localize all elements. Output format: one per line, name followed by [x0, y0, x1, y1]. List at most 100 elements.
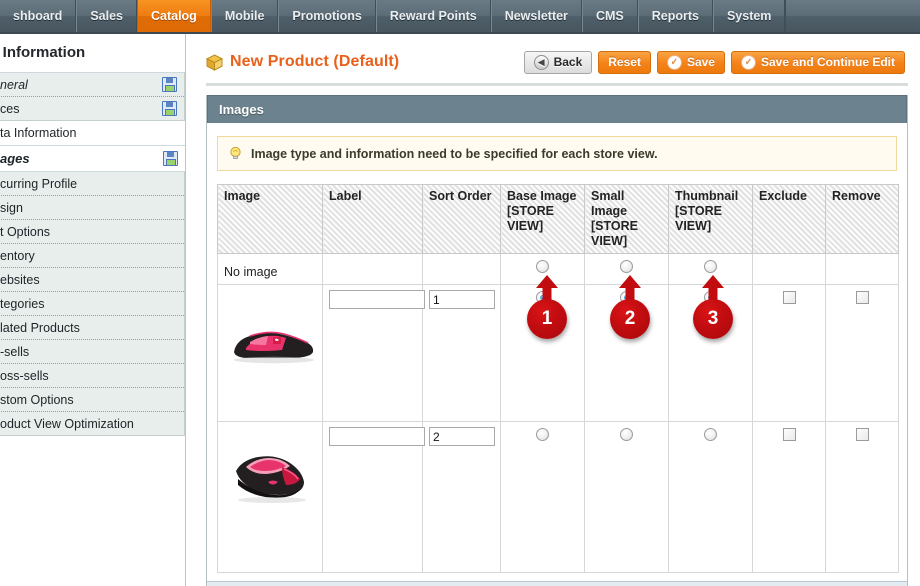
column-title: Base Image: [507, 189, 577, 203]
nav-item-catalog[interactable]: Catalog: [136, 0, 211, 32]
sidebar-item-label: ta Information: [0, 126, 77, 140]
column-title: Thumbnail: [675, 189, 739, 203]
thumbnail-radio[interactable]: [704, 291, 717, 305]
cell-label: [322, 253, 423, 285]
table-header-row: Image Label Sort Order Base Image [STORE VIE…: [217, 184, 899, 254]
back-arrow-icon: ◀: [533, 54, 549, 70]
column-scope: [STORE VIEW]: [507, 204, 554, 233]
column-header-sort-order: Sort Order: [422, 184, 501, 254]
lightbulb-icon: [228, 146, 243, 161]
images-panel-header: Images: [207, 95, 907, 123]
nav-item-label: Promotions: [292, 9, 362, 23]
nav-item-promotions[interactable]: Promotions: [278, 0, 376, 32]
save-disk-icon: [162, 77, 177, 92]
base-image-radio[interactable]: [536, 428, 549, 442]
nav-item-label: Sales: [90, 9, 123, 23]
notice-text: Image type and information need to be sp…: [251, 146, 658, 161]
sidebar-item-entory[interactable]: entory: [0, 244, 184, 268]
product-information-sidebar: uct Information neral ces ta Information ag…: [0, 34, 186, 586]
remove-checkbox[interactable]: [855, 291, 869, 305]
save-disk-icon: [163, 151, 178, 166]
sidebar-group: curring Profile sign t Options entory ebsite…: [0, 172, 185, 436]
sidebar-item-curring-profile[interactable]: curring Profile: [0, 172, 184, 196]
nav-item-newsletter[interactable]: Newsletter: [490, 0, 582, 32]
cell-remove-checkbox: [825, 421, 899, 573]
table-row: [217, 421, 899, 573]
cell-sort-order: [422, 284, 501, 422]
base-image-radio[interactable]: [536, 291, 549, 305]
sort-order-input[interactable]: [429, 427, 495, 446]
nav-item-system[interactable]: System: [712, 0, 786, 32]
check-icon: ✓: [666, 54, 682, 70]
sidebar-item-label: tegories: [0, 296, 45, 311]
sidebar-item-t-options[interactable]: t Options: [0, 220, 184, 244]
nav-item-shboard[interactable]: shboard: [0, 0, 77, 32]
nav-item-reward-points[interactable]: Reward Points: [375, 0, 491, 32]
sidebar-item-label: oduct View Optimization: [0, 416, 134, 431]
remove-checkbox[interactable]: [855, 428, 869, 442]
product-thumbnail-image: [236, 456, 306, 503]
page-header: New Product (Default) ◀ Back Reset ✓ Sav…: [186, 34, 920, 77]
cell-label: [322, 421, 425, 573]
page-action-buttons: ◀ Back Reset ✓ Save ✓ Save and Continue …: [523, 50, 910, 74]
sidebar-item-tegories[interactable]: tegories: [0, 292, 184, 316]
label-input[interactable]: [329, 427, 425, 446]
nav-empty-space: [785, 0, 920, 32]
reset-button[interactable]: Reset: [598, 50, 651, 74]
sidebar-item-label: entory: [0, 248, 35, 263]
column-title: Image: [224, 189, 261, 203]
sidebar-item-stom-options[interactable]: stom Options: [0, 388, 184, 412]
small-image-radio[interactable]: [620, 291, 633, 305]
sidebar-item-ages[interactable]: ages: [0, 146, 185, 172]
save-disk-icon: [162, 101, 177, 116]
small-image-radio[interactable]: [620, 428, 633, 442]
sidebar-item-neral[interactable]: neral: [0, 73, 184, 97]
sidebar-item-ebsites[interactable]: ebsites: [0, 268, 184, 292]
label-input[interactable]: [329, 290, 425, 309]
sidebar-item-label: neral: [0, 77, 28, 92]
sidebar-item-ta-information[interactable]: ta Information: [0, 121, 185, 146]
sidebar-item-oss-sells[interactable]: oss-sells: [0, 364, 184, 388]
sidebar-item-label: stom Options: [0, 392, 74, 407]
table-row: [217, 284, 899, 422]
nav-item-mobile[interactable]: Mobile: [210, 0, 279, 32]
cell-label: [322, 284, 425, 422]
cell-sort-order: [422, 253, 501, 285]
sidebar-item-label: lated Products: [0, 320, 80, 335]
sidebar-item-sells[interactable]: -sells: [0, 340, 184, 364]
sidebar-item-ces[interactable]: ces: [0, 97, 184, 120]
nav-item-label: Newsletter: [504, 9, 568, 23]
column-title: Remove: [832, 189, 881, 203]
cell-image: [217, 284, 323, 422]
sidebar-group: neral ces: [0, 73, 185, 121]
column-header-exclude: Exclude: [752, 184, 826, 254]
base-image-radio[interactable]: [536, 260, 549, 274]
sidebar-item-oduct-view-optimization[interactable]: oduct View Optimization: [0, 412, 184, 435]
sidebar-item-lated-products[interactable]: lated Products: [0, 316, 184, 340]
thumbnail-radio[interactable]: [704, 260, 717, 274]
cell-small-image-radio: [584, 284, 669, 422]
thumbnail-radio[interactable]: [704, 428, 717, 442]
cell-thumbnail-radio: [668, 284, 753, 422]
no-image-label: No image: [224, 265, 278, 279]
nav-item-reports[interactable]: Reports: [637, 0, 713, 32]
save-and-continue-edit-button[interactable]: ✓ Save and Continue Edit: [730, 50, 905, 74]
nav-item-sales[interactable]: Sales: [76, 0, 137, 32]
store-view-notice: Image type and information need to be sp…: [217, 136, 897, 171]
sort-order-input[interactable]: [429, 290, 495, 309]
exclude-checkbox[interactable]: [782, 428, 796, 442]
column-title: Label: [329, 189, 362, 203]
back-button[interactable]: ◀ Back: [523, 50, 593, 74]
cell-image: No image: [217, 253, 323, 285]
save-and-continue-label: Save and Continue Edit: [760, 55, 895, 69]
column-scope: [STORE VIEW]: [675, 204, 722, 233]
save-button[interactable]: ✓ Save: [656, 50, 725, 74]
cell-thumbnail-radio: [668, 421, 753, 573]
exclude-checkbox[interactable]: [782, 291, 796, 305]
small-image-radio[interactable]: [620, 260, 633, 274]
product-images-table: Image Label Sort Order Base Image [STORE VIE…: [217, 184, 899, 573]
cell-small-image-radio: [584, 253, 669, 285]
sidebar-item-sign[interactable]: sign: [0, 196, 184, 220]
upload-footer: Browse Files... Upload Files: [207, 581, 907, 586]
nav-item-cms[interactable]: CMS: [581, 0, 638, 32]
